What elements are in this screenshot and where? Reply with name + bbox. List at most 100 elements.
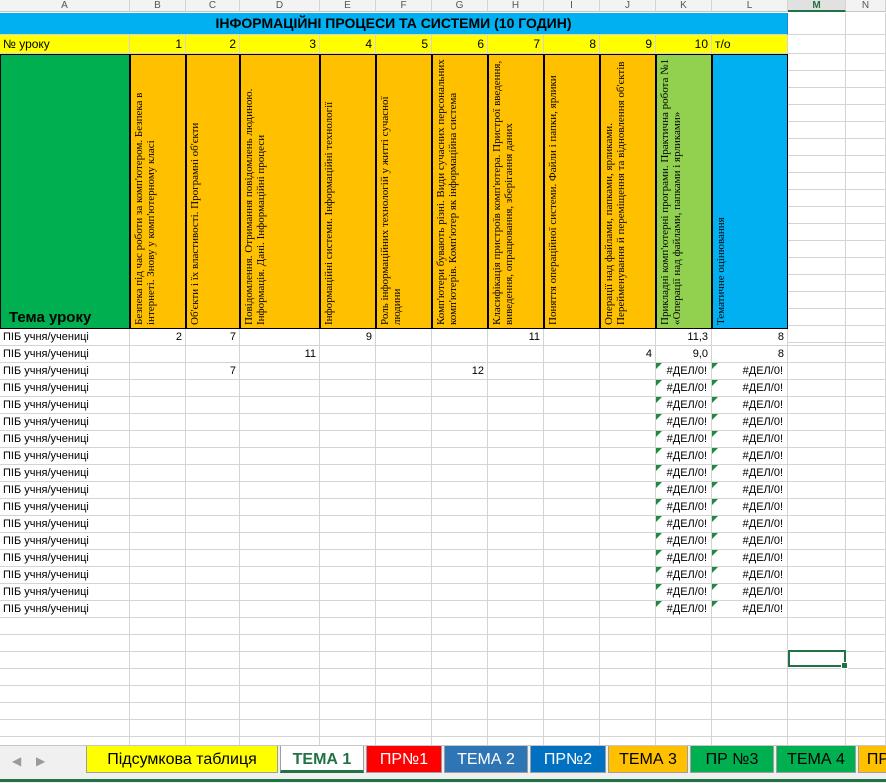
grade-cell[interactable] <box>432 346 488 363</box>
student-name-cell[interactable]: ПІБ учня/учениці <box>0 499 130 516</box>
grade-cell[interactable] <box>544 516 600 533</box>
empty-cell[interactable] <box>846 329 886 346</box>
empty-cell[interactable] <box>846 397 886 414</box>
empty-cell[interactable] <box>0 635 130 652</box>
student-name-cell[interactable]: ПІБ учня/учениці <box>0 601 130 618</box>
empty-cell[interactable] <box>240 635 320 652</box>
empty-cell[interactable] <box>488 669 544 686</box>
grade-cell[interactable] <box>186 550 240 567</box>
grade-cell[interactable] <box>376 516 432 533</box>
empty-cell[interactable] <box>240 720 320 737</box>
average-cell[interactable]: #ДЕЛ/0! <box>656 533 712 550</box>
grade-cell[interactable] <box>240 584 320 601</box>
average-cell[interactable]: #ДЕЛ/0! <box>656 584 712 601</box>
empty-cell[interactable] <box>432 703 488 720</box>
empty-cell[interactable] <box>600 669 656 686</box>
assessment-cell[interactable]: #ДЕЛ/0! <box>712 567 788 584</box>
assessment-number-label[interactable]: т/о <box>712 35 788 54</box>
empty-cell[interactable] <box>846 363 886 380</box>
empty-cell[interactable] <box>846 533 886 550</box>
empty-cell[interactable] <box>788 397 846 414</box>
empty-cell[interactable] <box>846 275 886 292</box>
grade-cell[interactable] <box>488 397 544 414</box>
average-cell[interactable]: #ДЕЛ/0! <box>656 448 712 465</box>
grade-cell[interactable] <box>600 363 656 380</box>
grade-cell[interactable] <box>130 482 186 499</box>
grade-cell[interactable] <box>186 567 240 584</box>
grade-cell[interactable] <box>544 567 600 584</box>
average-cell[interactable]: #ДЕЛ/0! <box>656 482 712 499</box>
empty-cell[interactable] <box>0 703 130 720</box>
empty-cell[interactable] <box>376 737 432 745</box>
grade-cell[interactable] <box>600 499 656 516</box>
grade-cell[interactable] <box>186 465 240 482</box>
sheet-tab-5[interactable]: ПР№2 <box>530 746 606 773</box>
grade-cell[interactable] <box>544 499 600 516</box>
lesson-number-cell[interactable]: 5 <box>376 35 432 54</box>
grade-cell[interactable] <box>376 346 432 363</box>
grade-cell[interactable] <box>376 465 432 482</box>
empty-cell[interactable] <box>846 122 886 139</box>
empty-cell[interactable] <box>846 499 886 516</box>
empty-cell[interactable] <box>656 703 712 720</box>
grade-cell[interactable]: 7 <box>186 363 240 380</box>
empty-cell[interactable] <box>846 601 886 618</box>
empty-cell[interactable] <box>600 737 656 745</box>
grade-cell[interactable] <box>600 329 656 346</box>
empty-cell[interactable] <box>712 618 788 635</box>
average-cell[interactable]: #ДЕЛ/0! <box>656 516 712 533</box>
grade-cell[interactable] <box>130 567 186 584</box>
grade-cell[interactable] <box>488 414 544 431</box>
sheet-tab-4[interactable]: ТЕМА 2 <box>444 746 528 773</box>
empty-cell[interactable] <box>788 703 846 720</box>
grade-cell[interactable] <box>376 482 432 499</box>
grade-cell[interactable] <box>488 516 544 533</box>
empty-cell[interactable] <box>712 686 788 703</box>
column-header-g[interactable]: G <box>432 0 488 12</box>
empty-cell[interactable] <box>846 737 886 745</box>
empty-cell[interactable] <box>788 431 846 448</box>
student-name-cell[interactable]: ПІБ учня/учениці <box>0 550 130 567</box>
empty-cell[interactable] <box>656 686 712 703</box>
empty-cell[interactable] <box>320 652 376 669</box>
empty-cell[interactable] <box>788 258 846 275</box>
assessment-cell[interactable]: #ДЕЛ/0! <box>712 380 788 397</box>
grade-cell[interactable] <box>488 431 544 448</box>
lesson-topic-header-2[interactable]: Об'єкти і їх властивості. Програмні об'є… <box>186 54 240 329</box>
empty-cell[interactable] <box>846 309 886 326</box>
student-name-cell[interactable]: ПІБ учня/учениці <box>0 414 130 431</box>
empty-cell[interactable] <box>788 720 846 737</box>
student-name-cell[interactable]: ПІБ учня/учениці <box>0 465 130 482</box>
empty-cell[interactable] <box>600 703 656 720</box>
empty-cell[interactable] <box>320 703 376 720</box>
grade-cell[interactable] <box>544 380 600 397</box>
empty-cell[interactable] <box>376 635 432 652</box>
empty-cell[interactable] <box>788 105 846 122</box>
empty-cell[interactable] <box>320 618 376 635</box>
grade-cell[interactable] <box>376 584 432 601</box>
empty-cell[interactable] <box>544 686 600 703</box>
assessment-cell[interactable]: #ДЕЛ/0! <box>712 533 788 550</box>
empty-cell[interactable] <box>130 686 186 703</box>
lesson-topic-header-10[interactable]: Прикладні комп'ютерні програми. Практичн… <box>656 54 712 329</box>
empty-cell[interactable] <box>788 686 846 703</box>
grade-cell[interactable] <box>186 448 240 465</box>
column-header-d[interactable]: D <box>240 0 320 12</box>
empty-cell[interactable] <box>788 54 846 71</box>
column-header-b[interactable]: B <box>130 0 186 12</box>
empty-cell[interactable] <box>788 329 846 346</box>
empty-cell[interactable] <box>846 190 886 207</box>
empty-cell[interactable] <box>432 720 488 737</box>
average-cell[interactable]: #ДЕЛ/0! <box>656 550 712 567</box>
grade-cell[interactable] <box>320 601 376 618</box>
assessment-cell[interactable]: #ДЕЛ/0! <box>712 414 788 431</box>
empty-cell[interactable] <box>788 737 846 745</box>
empty-cell[interactable] <box>320 669 376 686</box>
empty-cell[interactable] <box>788 35 846 54</box>
empty-cell[interactable] <box>788 156 846 173</box>
grade-cell[interactable] <box>432 482 488 499</box>
assessment-cell[interactable]: #ДЕЛ/0! <box>712 584 788 601</box>
empty-cell[interactable] <box>432 737 488 745</box>
empty-cell[interactable] <box>846 584 886 601</box>
grade-cell[interactable] <box>130 346 186 363</box>
